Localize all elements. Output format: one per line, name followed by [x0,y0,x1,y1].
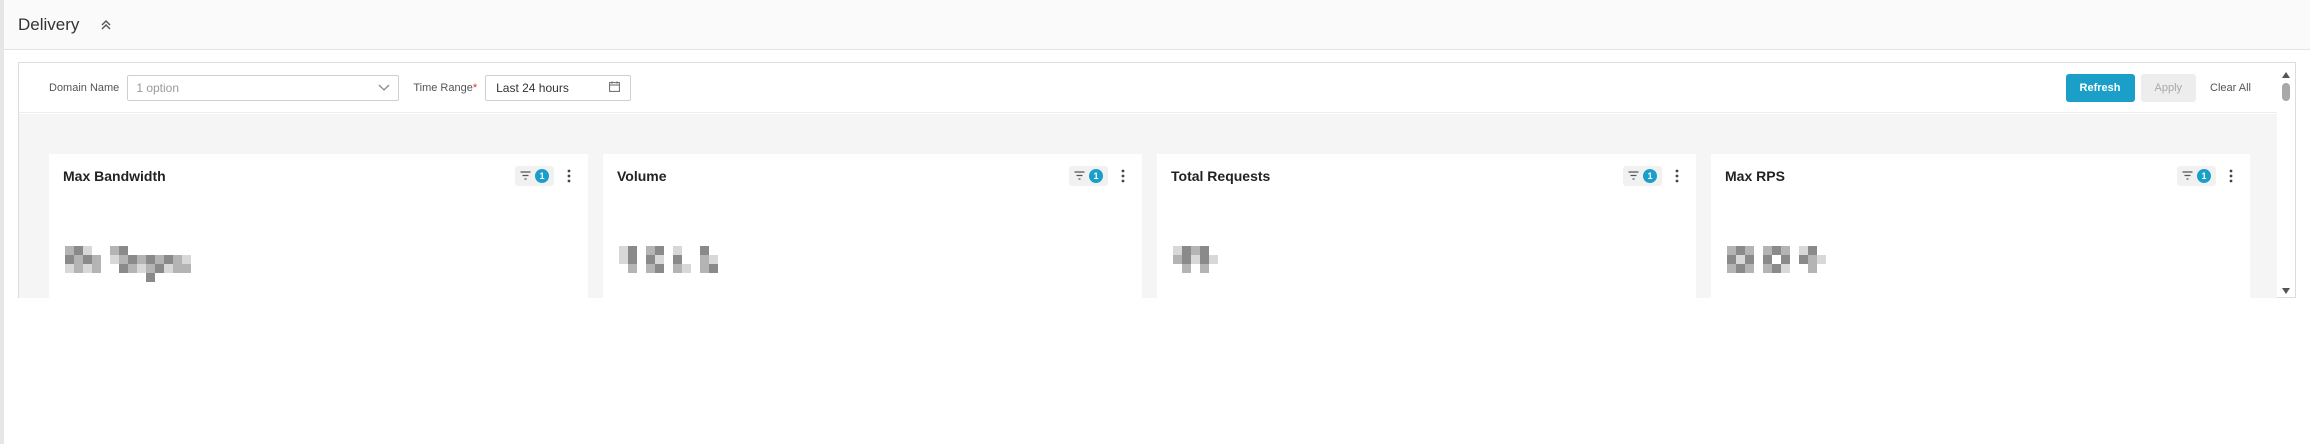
apply-button[interactable]: Apply [2140,74,2197,102]
metric-value-redacted [65,238,241,282]
time-range-value: Last 24 hours [496,80,569,95]
card-tools: 1 [515,166,576,186]
metric-value-redacted [1173,238,1243,282]
card-filter-button[interactable]: 1 [1069,166,1108,186]
filter-count-badge: 1 [1089,169,1103,183]
domain-name-select[interactable]: 1 option [127,74,400,101]
filter-actions: Refresh Apply Clear All [2065,74,2259,102]
more-vertical-icon[interactable] [2224,166,2238,186]
metric-value-redacted [619,238,759,282]
metric-value-redacted [1727,238,1827,282]
more-vertical-icon[interactable] [1116,166,1130,186]
filter-icon [1074,167,1085,185]
scroll-up-icon[interactable] [2281,67,2291,78]
refresh-button[interactable]: Refresh [2065,74,2135,102]
page-title: Delivery [18,14,80,34]
chevron-double-up-icon[interactable] [97,16,115,34]
time-range-label: Time Range* [413,82,477,94]
card-tools: 1 [2177,166,2238,186]
domain-name-placeholder: 1 option [136,80,180,95]
filter-count-badge: 1 [2197,169,2211,183]
card-title: Total Requests [1171,168,1271,184]
card-total-requests: Total Requests 1 [1157,154,1696,298]
more-vertical-icon[interactable] [1670,166,1684,186]
time-range-label-text: Time Range [413,81,473,94]
card-title: Max Bandwidth [63,168,166,184]
filter-count-badge: 1 [1643,169,1657,183]
clear-all-button[interactable]: Clear All [2202,74,2259,102]
time-range-picker[interactable]: Last 24 hours [485,74,632,101]
more-vertical-icon[interactable] [562,166,576,186]
filter-icon [2182,167,2193,185]
filter-count-badge: 1 [535,169,549,183]
card-title: Max RPS [1725,168,1785,184]
card-max-bandwidth: Max Bandwidth 1 [49,154,588,298]
card-filter-button[interactable]: 1 [2177,166,2216,186]
card-filter-button[interactable]: 1 [1623,166,1662,186]
card-title: Volume [617,168,667,184]
card-volume: Volume 1 [603,154,1142,298]
calendar-icon [609,79,621,97]
card-tools: 1 [1623,166,1684,186]
section-header: Delivery [4,0,2310,50]
required-mark: * [472,81,478,94]
card-max-rps: Max RPS 1 [1711,154,2250,298]
scroll-down-icon[interactable] [2281,283,2291,294]
dashboard-panel: Domain Name 1 option Time Range* Last 24… [18,62,2296,298]
card-filter-button[interactable]: 1 [515,166,554,186]
domain-name-label: Domain Name [49,81,120,94]
card-tools: 1 [1069,166,1130,186]
filter-icon [1628,167,1639,185]
chevron-down-icon [378,79,390,97]
filter-bar: Domain Name 1 option Time Range* Last 24… [19,63,2277,113]
cards-area: Max Bandwidth 1 Volume 1 Total Requests … [19,114,2277,298]
scrollbar-thumb[interactable] [2282,83,2290,101]
page: Delivery Domain Name 1 option Time Range… [0,0,2310,444]
filter-icon [520,167,531,185]
panel-scrollbar[interactable] [2277,63,2295,297]
